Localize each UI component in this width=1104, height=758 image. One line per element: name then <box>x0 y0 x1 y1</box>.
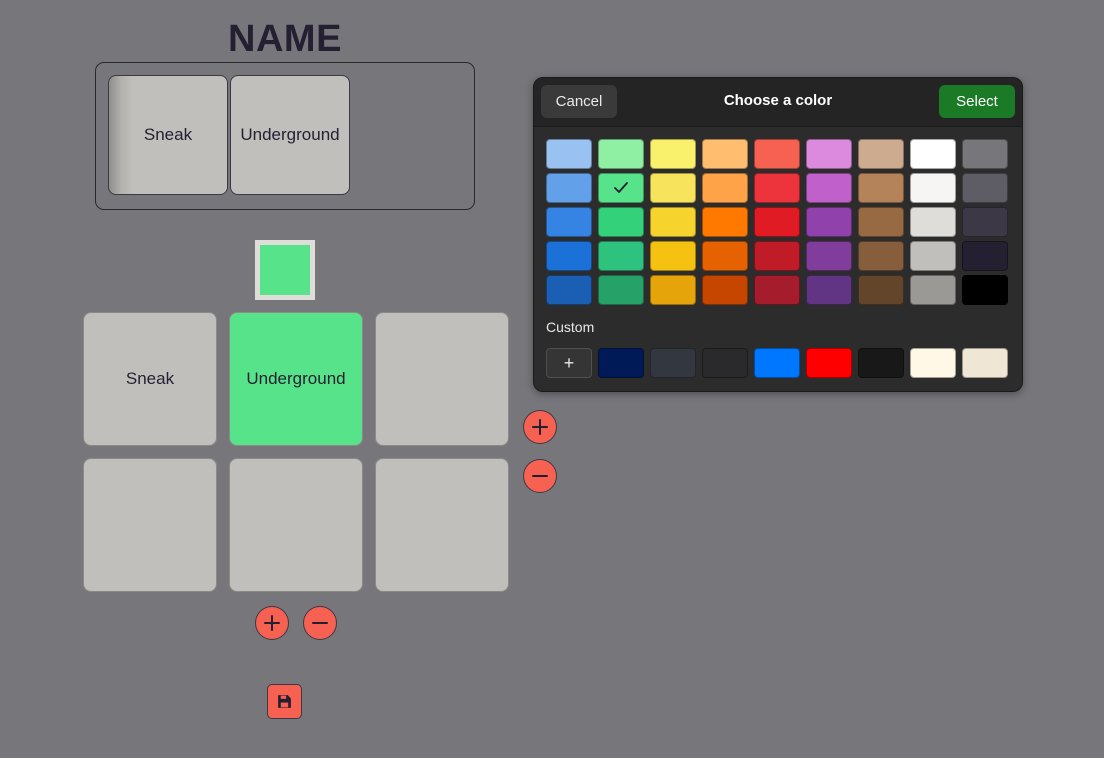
palette-swatch[interactable] <box>962 241 1008 271</box>
save-button[interactable] <box>267 684 302 719</box>
palette-swatch[interactable] <box>546 139 592 169</box>
palette-swatch[interactable] <box>650 275 696 305</box>
select-button[interactable]: Select <box>939 85 1015 118</box>
palette-swatch[interactable] <box>910 207 956 237</box>
palette-swatch[interactable] <box>910 139 956 169</box>
grid-tile[interactable] <box>83 458 217 592</box>
palette-swatch[interactable] <box>858 207 904 237</box>
palette-swatch[interactable] <box>754 275 800 305</box>
plus-icon <box>264 615 280 631</box>
palette-swatch[interactable] <box>962 207 1008 237</box>
tray-tile-underground[interactable]: Underground <box>230 75 350 195</box>
palette-swatch[interactable] <box>754 139 800 169</box>
custom-color-swatch[interactable] <box>858 348 904 378</box>
palette-swatch[interactable] <box>702 241 748 271</box>
grid-tile[interactable] <box>375 458 509 592</box>
plus-icon <box>532 419 548 435</box>
custom-color-swatch[interactable] <box>754 348 800 378</box>
palette-swatch[interactable] <box>910 241 956 271</box>
palette-swatch[interactable] <box>754 207 800 237</box>
palette-swatch[interactable] <box>858 173 904 203</box>
palette-swatch[interactable] <box>546 173 592 203</box>
custom-label: Custom <box>546 319 595 335</box>
palette-swatch[interactable] <box>650 207 696 237</box>
selected-color-swatch <box>260 245 310 295</box>
minus-icon <box>312 622 328 624</box>
dialog-title: Choose a color <box>723 92 833 109</box>
cancel-button[interactable]: Cancel <box>541 85 617 118</box>
palette-swatch[interactable] <box>650 173 696 203</box>
grid-tile[interactable] <box>375 312 509 446</box>
palette-swatch[interactable] <box>806 173 852 203</box>
custom-color-swatch[interactable] <box>702 348 748 378</box>
palette-swatch[interactable] <box>806 139 852 169</box>
color-chooser-dialog: Cancel Choose a color Select Custom + <box>533 77 1023 392</box>
palette-swatch[interactable] <box>650 241 696 271</box>
minus-icon <box>532 475 548 477</box>
tray-tile-sneak[interactable]: Sneak <box>108 75 228 195</box>
palette-swatch[interactable] <box>858 241 904 271</box>
palette-swatch[interactable] <box>806 241 852 271</box>
add-column-button[interactable] <box>523 410 557 444</box>
palette-swatch[interactable] <box>910 275 956 305</box>
palette-swatch[interactable] <box>598 241 644 271</box>
custom-color-swatch[interactable] <box>806 348 852 378</box>
palette-swatch[interactable] <box>910 173 956 203</box>
palette-swatch[interactable] <box>806 207 852 237</box>
remove-column-button[interactable] <box>523 459 557 493</box>
palette-swatch[interactable] <box>962 275 1008 305</box>
palette-swatch[interactable] <box>702 173 748 203</box>
palette-swatch[interactable] <box>962 139 1008 169</box>
palette-swatch[interactable] <box>962 173 1008 203</box>
palette-swatch[interactable] <box>754 241 800 271</box>
palette-swatch[interactable] <box>702 275 748 305</box>
palette-swatch[interactable] <box>598 139 644 169</box>
dialog-header: Cancel Choose a color Select <box>534 78 1022 127</box>
custom-color-swatch[interactable] <box>650 348 696 378</box>
add-custom-color-button[interactable]: + <box>546 348 592 378</box>
grid-tile[interactable]: Underground <box>229 312 363 446</box>
add-row-button[interactable] <box>255 606 289 640</box>
palette-swatch[interactable] <box>858 139 904 169</box>
custom-color-swatch[interactable] <box>598 348 644 378</box>
palette-swatch[interactable] <box>858 275 904 305</box>
custom-color-swatch[interactable] <box>962 348 1008 378</box>
palette-swatch[interactable] <box>702 207 748 237</box>
palette-swatch[interactable] <box>598 275 644 305</box>
grid-tile[interactable]: Sneak <box>83 312 217 446</box>
palette-swatch[interactable] <box>806 275 852 305</box>
palette-swatch[interactable] <box>546 275 592 305</box>
palette-swatch[interactable] <box>598 173 644 203</box>
checkmark-icon <box>614 182 628 193</box>
palette-swatch[interactable] <box>598 207 644 237</box>
floppy-disk-icon <box>278 695 291 708</box>
palette-swatch[interactable] <box>546 207 592 237</box>
color-swatch-button[interactable] <box>255 240 315 300</box>
name-title: NAME <box>228 18 342 60</box>
custom-color-swatch[interactable] <box>910 348 956 378</box>
palette-swatch[interactable] <box>650 139 696 169</box>
palette-swatch[interactable] <box>546 241 592 271</box>
palette-swatch[interactable] <box>702 139 748 169</box>
grid-tile[interactable] <box>229 458 363 592</box>
remove-row-button[interactable] <box>303 606 337 640</box>
tile-tray: Sneak Underground <box>95 62 475 210</box>
palette-swatch[interactable] <box>754 173 800 203</box>
